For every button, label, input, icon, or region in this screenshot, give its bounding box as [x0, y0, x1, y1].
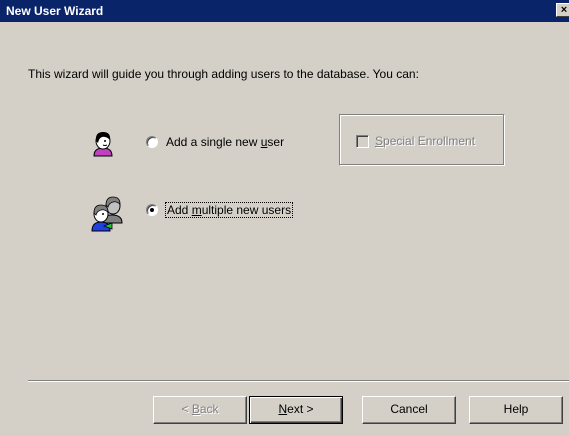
- multiple-users-icon: [91, 196, 123, 232]
- back-button[interactable]: < Back: [153, 396, 247, 424]
- window-title: New User Wizard: [6, 4, 104, 18]
- wizard-dialog: New User Wizard × This wizard will guide…: [0, 0, 569, 436]
- special-enrollment-group: Special Enrollment: [339, 114, 505, 166]
- cancel-button[interactable]: Cancel: [362, 396, 456, 424]
- button-separator: [28, 380, 569, 382]
- option-multiple-users[interactable]: Add multiple new users: [146, 202, 294, 218]
- single-user-label[interactable]: Add a single new user: [166, 135, 284, 149]
- option-single-user[interactable]: Add a single new user: [146, 135, 284, 149]
- help-button[interactable]: Help: [469, 396, 563, 424]
- multiple-users-radio[interactable]: [146, 204, 158, 216]
- special-enrollment-label: Special Enrollment: [375, 134, 476, 148]
- single-user-radio[interactable]: [146, 136, 158, 148]
- single-user-icon: [93, 132, 113, 157]
- special-enrollment-checkbox-row[interactable]: Special Enrollment: [356, 134, 475, 148]
- multiple-users-label[interactable]: Add multiple new users: [164, 202, 294, 218]
- close-icon: ×: [560, 4, 568, 16]
- close-button[interactable]: ×: [556, 3, 569, 17]
- title-bar[interactable]: New User Wizard ×: [0, 0, 569, 22]
- intro-text: This wizard will guide you through addin…: [28, 67, 419, 81]
- special-enrollment-checkbox[interactable]: [356, 134, 369, 148]
- next-button[interactable]: Next >: [249, 396, 343, 424]
